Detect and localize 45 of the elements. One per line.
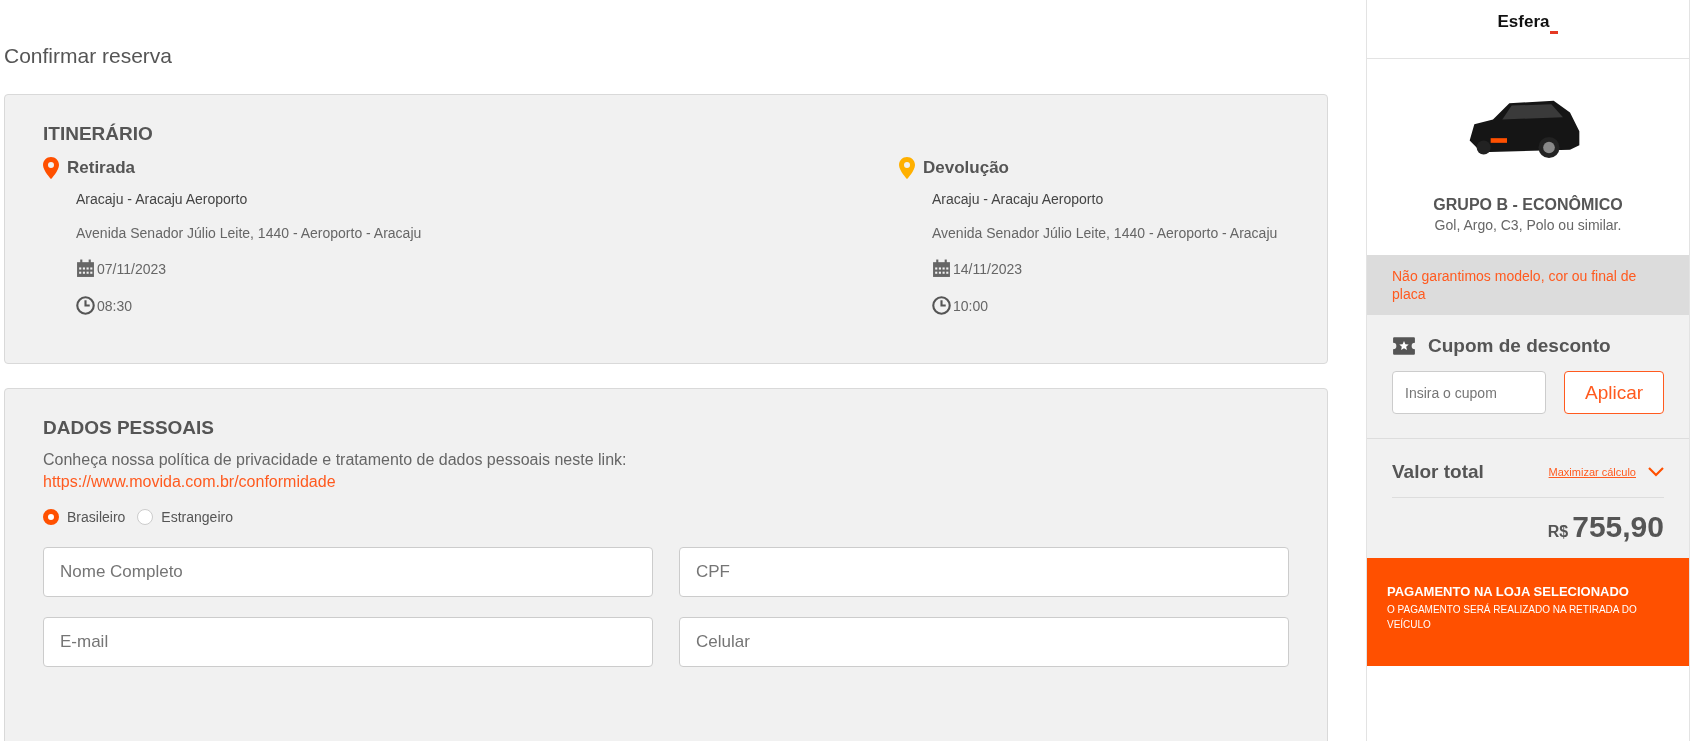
radio-label: Brasileiro bbox=[67, 509, 126, 525]
clock-icon bbox=[76, 296, 95, 315]
privacy-text: Conheça nossa política de privacidade e tratamento de dados pessoais neste link: bbox=[43, 451, 628, 469]
car-group-title: GRUPO B - ECONÔMICO bbox=[1433, 196, 1623, 214]
currency-symbol: R$ bbox=[1547, 523, 1569, 542]
total-label: Valor total bbox=[1392, 461, 1485, 484]
apply-button[interactable]: Aplicar bbox=[1564, 371, 1664, 415]
radio-circle[interactable] bbox=[137, 509, 154, 525]
total-amount: 755,90 bbox=[1572, 510, 1664, 545]
pickup-time: 10:00 bbox=[953, 297, 989, 314]
privacy-link[interactable]: https://www.movida.com.br/conformidade bbox=[43, 473, 336, 491]
input-field[interactable]: E-mail bbox=[43, 617, 653, 667]
pickup-time: 08:30 bbox=[97, 297, 133, 314]
brand-logo: Esfera bbox=[1497, 12, 1550, 32]
calendar-icon bbox=[76, 259, 95, 278]
chevron-down-icon[interactable] bbox=[1648, 467, 1664, 478]
branch-name: Aracaju - Aracaju Aeroporto bbox=[76, 191, 249, 207]
calendar-icon bbox=[932, 259, 951, 278]
nationality-radio[interactable]: Estrangeiro bbox=[137, 509, 233, 525]
branch-name: Aracaju - Aracaju Aeroporto bbox=[932, 191, 1105, 207]
ticket-star-icon bbox=[1392, 336, 1416, 357]
nationality-radio[interactable]: Brasileiro bbox=[43, 509, 126, 525]
input-field[interactable]: CPF bbox=[679, 547, 1289, 597]
logo-accent-mark bbox=[1550, 31, 1559, 34]
radio-label: Estrangeiro bbox=[161, 509, 233, 525]
section-heading: DADOS PESSOAIS bbox=[43, 417, 216, 439]
pickup-date: 07/11/2023 bbox=[97, 260, 167, 277]
section-heading: ITINERÁRIO bbox=[43, 123, 154, 145]
pickup-date: 14/11/2023 bbox=[953, 260, 1023, 277]
expand-link[interactable]: Maximizar cálculo bbox=[1548, 466, 1636, 479]
payment-title: PAGAMENTO NA LOJA SELECIONADO bbox=[1387, 584, 1630, 600]
stop-label: Devolução bbox=[923, 158, 1009, 178]
notice-banner: Não garantimos modelo, cor ou final de placa bbox=[1367, 255, 1689, 316]
stop-label: Retirada bbox=[67, 158, 136, 178]
clock-icon bbox=[932, 296, 951, 315]
address-text: Avenida Senador Júlio Leite, 1440 - Aeroporto - Aracaju bbox=[932, 225, 1279, 241]
car-models: Gol, Argo, C3, Polo ou similar. bbox=[1434, 217, 1622, 233]
coupon-input[interactable]: Insira o cupom bbox=[1392, 371, 1546, 415]
radio-circle[interactable] bbox=[43, 509, 59, 525]
input-field[interactable]: Nome Completo bbox=[43, 547, 653, 597]
payment-subtitle: O PAGAMENTO SERÁ REALIZADO NA RETIRADA DO VEÍCULO bbox=[1387, 602, 1638, 633]
input-field[interactable]: Celular bbox=[679, 617, 1289, 667]
address-text: Avenida Senador Júlio Leite, 1440 - Aeroporto - Aracaju bbox=[76, 225, 423, 241]
page-title: Confirmar reserva bbox=[4, 44, 174, 68]
coupon-title: Cupom de desconto bbox=[1428, 335, 1611, 358]
